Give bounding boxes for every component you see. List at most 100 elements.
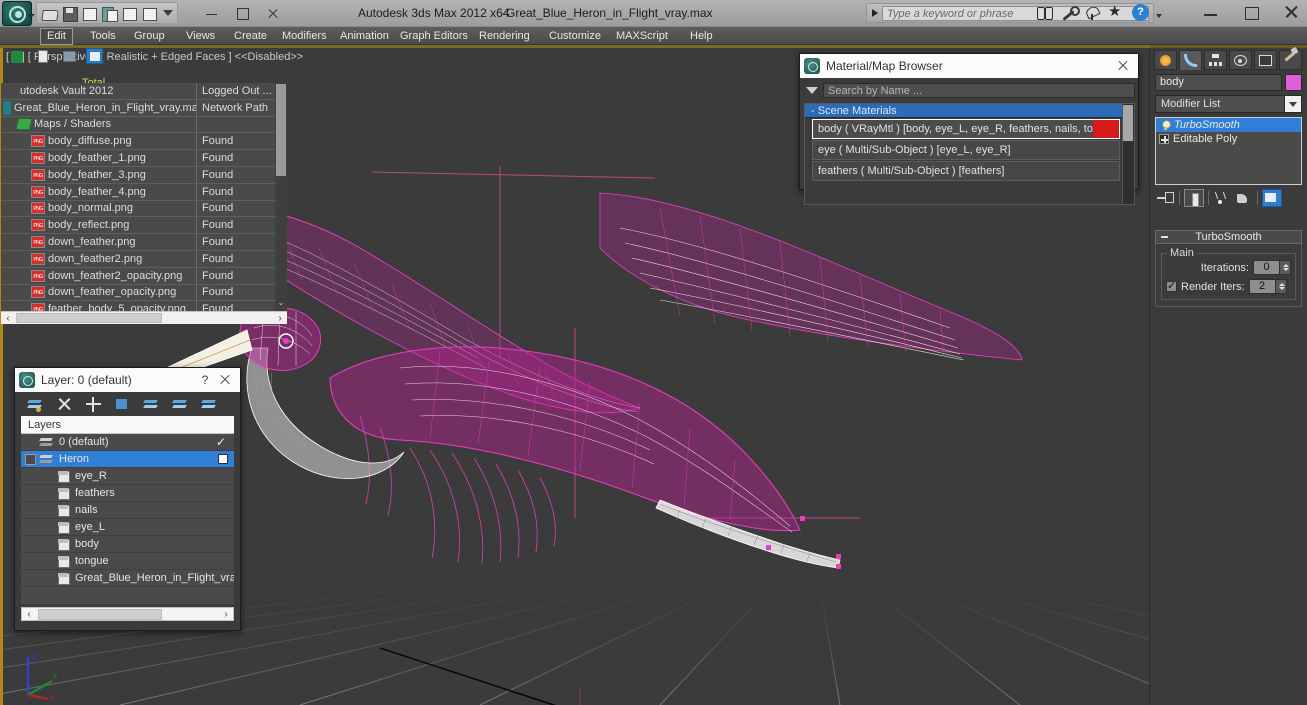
asset-hscroll-right-button[interactable]: › bbox=[273, 313, 287, 324]
modifier-stack-item-turbosmooth[interactable]: TurboSmooth bbox=[1156, 118, 1301, 132]
asset-hscroll-thumb[interactable] bbox=[16, 313, 162, 323]
display-tab[interactable] bbox=[1254, 50, 1277, 70]
asset-maximize-button[interactable] bbox=[227, 2, 257, 24]
material-search-input[interactable]: Search by Name ... bbox=[823, 83, 1135, 98]
object-name-input[interactable]: body bbox=[1155, 74, 1282, 91]
layer-scroll-left-button[interactable]: ‹ bbox=[22, 609, 36, 620]
asset-hscroll-left-button[interactable]: ‹ bbox=[1, 313, 15, 324]
menu-item-create[interactable]: Create bbox=[228, 29, 273, 44]
material-list[interactable]: - Scene Materials body ( VRayMtl ) [body… bbox=[804, 103, 1135, 205]
grid-view-icon[interactable] bbox=[86, 47, 103, 64]
layer-list[interactable]: 0 (default) ✓ Heron eye_R feathers nails eye_L… bbox=[21, 434, 234, 604]
asset-close-button[interactable] bbox=[257, 2, 287, 24]
render-iters-spinner[interactable] bbox=[1275, 279, 1287, 294]
modifier-list-dropdown[interactable]: Modifier List bbox=[1155, 95, 1302, 113]
modifier-stack-item-editable-poly[interactable]: Editable Poly bbox=[1156, 132, 1301, 146]
asset-horizontal-scrollbar[interactable]: ‹ › bbox=[1, 311, 287, 324]
iterations-input[interactable]: 0 bbox=[1253, 260, 1280, 275]
utilities-tab[interactable] bbox=[1279, 50, 1302, 70]
layer-scroll-thumb[interactable] bbox=[38, 609, 162, 620]
menu-item-help[interactable]: Help bbox=[684, 29, 719, 44]
object-color-swatch[interactable] bbox=[1285, 74, 1302, 91]
modifier-stack[interactable]: TurboSmooth Editable Poly bbox=[1155, 117, 1302, 185]
asset-minimize-button[interactable] bbox=[197, 2, 227, 24]
search-caret-icon[interactable] bbox=[872, 9, 878, 17]
material-row[interactable]: eye ( Multi/Sub-Object ) [eye_L, eye_R] bbox=[812, 140, 1120, 160]
menu-item-rendering[interactable]: Rendering bbox=[473, 29, 536, 44]
layer-help-button[interactable]: ? bbox=[196, 373, 214, 387]
chevron-down-icon[interactable] bbox=[1284, 96, 1301, 112]
menu-item-tools[interactable]: Tools bbox=[84, 29, 122, 44]
show-end-result-icon[interactable] bbox=[1184, 189, 1204, 207]
create-tab[interactable] bbox=[1154, 50, 1177, 70]
layer-row[interactable]: tongue bbox=[21, 553, 234, 570]
iterations-spinner[interactable] bbox=[1280, 260, 1291, 275]
help-icon[interactable]: ? bbox=[1132, 4, 1149, 21]
set-current-layer-icon[interactable] bbox=[143, 396, 159, 412]
asset-row[interactable]: body_reflect.png Found bbox=[1, 217, 275, 235]
layer-row[interactable]: eye_L bbox=[21, 519, 234, 536]
favorites-icon[interactable]: ★ bbox=[1108, 4, 1125, 21]
asset-row[interactable]: down_feather2_opacity.png Found bbox=[1, 267, 275, 285]
open-file-icon[interactable] bbox=[41, 5, 58, 22]
application-menu-caret-icon[interactable] bbox=[27, 14, 35, 18]
configure-modifier-sets-icon[interactable] bbox=[1262, 189, 1282, 207]
minimize-button[interactable] bbox=[1201, 3, 1221, 21]
asset-row[interactable]: down_feather.png Found bbox=[1, 234, 275, 251]
asset-row[interactable]: Great_Blue_Heron_in_Flight_vray.max Netwo… bbox=[1, 99, 275, 117]
layer-row[interactable]: Heron bbox=[21, 451, 234, 468]
remove-modifier-icon[interactable] bbox=[1233, 189, 1253, 207]
layer-row[interactable]: body bbox=[21, 536, 234, 553]
layer-checkbox[interactable] bbox=[25, 453, 36, 465]
layer-horizontal-scrollbar[interactable]: ‹ › bbox=[21, 607, 234, 621]
quick-access-caret-icon[interactable] bbox=[163, 10, 173, 16]
layer-window-close-button[interactable] bbox=[214, 370, 236, 390]
render-iters-checkbox[interactable] bbox=[1166, 279, 1177, 292]
highlight-selected-objects-icon[interactable] bbox=[201, 396, 217, 412]
asset-table[interactable]: Status ⌃ utodesk Vault 2012Logged Out ..… bbox=[1, 66, 287, 324]
scene-materials-group[interactable]: - Scene Materials bbox=[805, 104, 1134, 118]
current-layer-check-icon[interactable]: ✓ bbox=[216, 435, 226, 449]
maximize-button[interactable] bbox=[1241, 3, 1261, 21]
layer-row[interactable]: 0 (default) ✓ bbox=[21, 434, 234, 451]
asset-row[interactable]: body_diffuse.png Found bbox=[1, 133, 275, 151]
select-highlighted-objects-icon[interactable] bbox=[172, 396, 188, 412]
import-file-icon[interactable] bbox=[101, 5, 118, 22]
close-button[interactable] bbox=[1281, 3, 1301, 21]
material-row[interactable]: body ( VRayMtl ) [body, eye_L, eye_R, fe… bbox=[812, 119, 1120, 139]
asset-vertical-scrollbar[interactable]: ⌄ bbox=[275, 83, 287, 311]
turbosmooth-rollout-header[interactable]: TurboSmooth bbox=[1155, 230, 1302, 244]
redo-icon[interactable] bbox=[141, 5, 158, 22]
menu-item-modifiers[interactable]: Modifiers bbox=[276, 29, 333, 44]
asset-scroll-down-button[interactable]: ⌄ bbox=[275, 298, 287, 311]
layer-row[interactable]: eye_R bbox=[21, 468, 234, 485]
material-browser-close-button[interactable] bbox=[1112, 56, 1134, 76]
menu-item-edit[interactable]: Edit bbox=[40, 28, 73, 45]
expand-plus-icon[interactable] bbox=[1159, 134, 1169, 144]
layer-row[interactable]: Great_Blue_Heron_in_Flight_vray bbox=[21, 570, 234, 587]
asset-row[interactable]: body_feather_3.png Found bbox=[1, 166, 275, 184]
motion-tab[interactable] bbox=[1229, 50, 1252, 70]
thumbnail-view-icon[interactable] bbox=[60, 48, 77, 64]
layer-manager-window[interactable]: Layer: 0 (default) ? Layers 0 (default) ✓… bbox=[14, 367, 241, 631]
create-new-layer-icon[interactable] bbox=[27, 396, 43, 412]
new-scene-icon[interactable] bbox=[81, 5, 98, 22]
asset-row[interactable]: utodesk Vault 2012 Logged Out ... bbox=[1, 83, 275, 100]
menu-item-maxscript[interactable]: MAXScript bbox=[610, 29, 674, 44]
delete-layer-icon[interactable] bbox=[56, 396, 72, 412]
refresh-icon[interactable] bbox=[8, 48, 25, 64]
layer-row[interactable]: nails bbox=[21, 502, 234, 519]
menu-item-customize[interactable]: Customize bbox=[543, 29, 607, 44]
asset-row[interactable]: feather_body_5_opacity.png Found bbox=[1, 301, 275, 311]
material-row[interactable]: feathers ( Multi/Sub-Object ) [feathers] bbox=[812, 161, 1120, 181]
help-caret-icon[interactable] bbox=[1156, 14, 1162, 18]
scene-materials-collapse-icon[interactable]: - bbox=[811, 105, 815, 117]
menu-item-animation[interactable]: Animation bbox=[334, 29, 395, 44]
layer-row[interactable]: feathers bbox=[21, 485, 234, 502]
communication-center-icon[interactable] bbox=[1084, 4, 1101, 21]
select-objects-in-layer-icon[interactable] bbox=[114, 396, 130, 412]
material-browser-options-caret-icon[interactable] bbox=[806, 87, 818, 94]
search-icon[interactable] bbox=[1036, 4, 1053, 21]
modify-tab[interactable] bbox=[1179, 50, 1202, 70]
material-map-browser-window[interactable]: Material/Map Browser Search by Name ... … bbox=[799, 53, 1139, 205]
